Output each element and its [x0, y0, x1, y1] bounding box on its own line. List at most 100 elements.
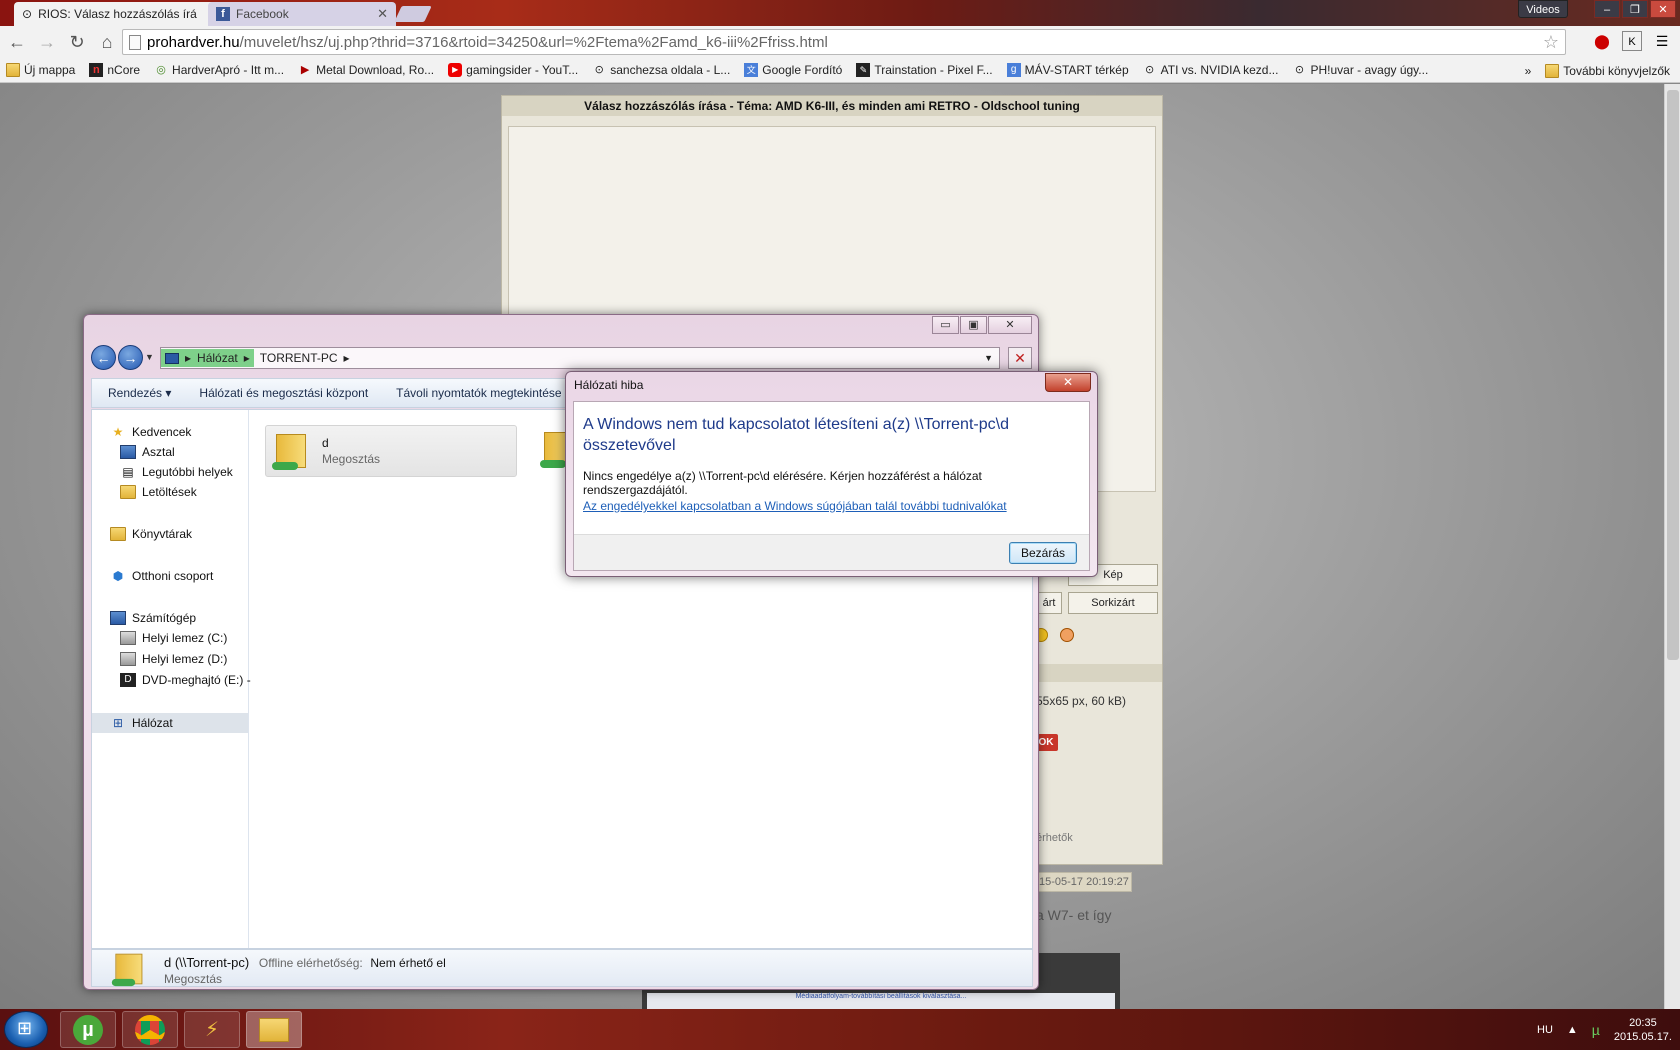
home-icon[interactable]: ⌂: [94, 29, 120, 55]
minimize-button[interactable]: ▭: [932, 316, 959, 334]
tab-prohardver[interactable]: ⊙ RIOS: Válasz hozzászólás írá ✕: [14, 2, 232, 26]
offline-label: Offline elérhetőség:: [258, 956, 363, 970]
hardverapro-icon: ◎: [156, 64, 166, 76]
bookmark-item[interactable]: ⊙ PH!uvar - avagy úgy...: [1292, 63, 1428, 77]
extension-k-icon[interactable]: K: [1622, 31, 1642, 51]
maximize-button[interactable]: ❐: [1622, 0, 1648, 18]
help-link[interactable]: Az engedélyekkel kapcsolatban a Windows …: [583, 499, 1007, 513]
new-tab-button[interactable]: [394, 6, 432, 22]
network-icon: [165, 352, 179, 364]
network-icon: ⊞: [112, 716, 124, 730]
close-icon[interactable]: ✕: [1045, 373, 1091, 392]
taskbar: µ ⚡ HU ▲ µ 20:35 2015.05.17.: [0, 1009, 1680, 1050]
justify-button[interactable]: Sorkizárt: [1068, 592, 1158, 614]
bookmark-item[interactable]: n nCore: [89, 63, 140, 77]
forward-icon[interactable]: →: [118, 345, 143, 370]
prohardver-tab-icon: ⊙: [22, 7, 33, 21]
clock[interactable]: 20:35 2015.05.17.: [1614, 1016, 1672, 1044]
nav-desktop[interactable]: Asztal: [120, 442, 175, 462]
url-path: /muvelet/hsz/uj.php?thrid=3716&rtoid=342…: [239, 33, 828, 51]
bookmark-item[interactable]: ◎ HardverApró - Itt m...: [154, 63, 284, 77]
nav-computer[interactable]: Számítógép: [110, 608, 196, 628]
nav-recent-places[interactable]: ▤ Legutóbbi helyek: [120, 462, 232, 482]
bookmarks-overflow-button[interactable]: »: [1525, 64, 1532, 78]
metal-icon: ▶: [300, 64, 310, 76]
prohardver-icon: ⊙: [1145, 64, 1155, 76]
bookmark-item[interactable]: ⊙ sanchezsa oldala - L...: [592, 63, 731, 77]
address-bar[interactable]: prohardver.hu/muvelet/hsz/uj.php?thrid=3…: [122, 29, 1566, 55]
upload-size-text: 55x65 px, 60 kB): [1036, 694, 1127, 708]
bookmark-item[interactable]: ▶ gamingsider - YouT...: [448, 63, 578, 77]
page-icon: [129, 35, 141, 50]
nav-dvd-drive[interactable]: D DVD-meghajtó (E:) -: [120, 670, 251, 690]
breadcrumb-network[interactable]: ▸ Hálózat ▸: [161, 349, 254, 367]
browser-toolbar: ← → ↻ ⌂ prohardver.hu/muvelet/hsz/uj.php…: [0, 26, 1680, 58]
details-type: Megosztás: [164, 972, 223, 986]
forward-icon[interactable]: →: [34, 29, 60, 55]
nav-drive-d[interactable]: Helyi lemez (D:): [120, 649, 227, 669]
bookmark-item[interactable]: ▶ Metal Download, Ro...: [298, 63, 434, 77]
folder-icon: [1545, 63, 1560, 78]
nav-homegroup[interactable]: ⬢ Otthoni csoport: [110, 566, 214, 586]
bookmark-item[interactable]: ✎ Trainstation - Pixel F...: [856, 63, 993, 77]
section-divider: [1036, 664, 1162, 682]
homegroup-icon: ⬢: [112, 569, 124, 583]
dialog-body: A Windows nem tud kapcsolatot létesíteni…: [573, 401, 1090, 571]
close-window-button[interactable]: ✕: [1650, 0, 1676, 18]
chrome-taskbar-button[interactable]: [122, 1011, 178, 1048]
bookmark-item[interactable]: g MÁV-START térkép: [1006, 63, 1129, 77]
utorrent-tray-icon[interactable]: µ: [1592, 1022, 1600, 1038]
chevron-down-icon[interactable]: ▼: [978, 353, 999, 363]
menu-icon[interactable]: ☰: [1652, 31, 1672, 51]
tab-facebook[interactable]: f Facebook ✕: [208, 2, 396, 26]
cancel-navigation-icon[interactable]: ✕: [1008, 347, 1032, 369]
nav-downloads[interactable]: Letöltések: [120, 482, 197, 502]
network-sharing-center-button[interactable]: Hálózati és megosztási központ: [199, 386, 368, 400]
reload-icon[interactable]: ↻: [64, 29, 90, 55]
downloads-folder-icon: [120, 485, 136, 499]
minimize-button[interactable]: –: [1594, 0, 1620, 18]
organize-menu[interactable]: Rendezés ▾: [108, 386, 171, 400]
star-icon: ★: [112, 425, 124, 439]
start-button[interactable]: [4, 1011, 48, 1048]
page-scrollbar[interactable]: [1664, 84, 1680, 1009]
remote-printers-button[interactable]: Távoli nyomtatók megtekintése: [396, 386, 561, 400]
utorrent-taskbar-button[interactable]: µ: [60, 1011, 116, 1048]
bookmark-folder[interactable]: Új mappa: [6, 63, 75, 77]
nav-network[interactable]: ⊞ Hálózat: [92, 713, 248, 733]
bookmarks-bar: Új mappa n nCore ◎ HardverApró - Itt m... …: [0, 58, 1680, 83]
adblock-icon[interactable]: ⬤: [1592, 31, 1612, 51]
tab-title: RIOS: Válasz hozzászólás írá: [38, 7, 197, 21]
history-dropdown-icon[interactable]: ▼: [145, 345, 154, 370]
show-hidden-icons[interactable]: ▲: [1567, 1024, 1578, 1036]
winamp-taskbar-button[interactable]: ⚡: [184, 1011, 240, 1048]
smiley-icon[interactable]: [1060, 628, 1074, 642]
breadcrumb-torrent-pc[interactable]: TORRENT-PC: [254, 351, 344, 365]
close-icon[interactable]: ✕: [377, 6, 388, 22]
translate-icon: 文: [744, 63, 759, 77]
breadcrumb-arrow-icon[interactable]: ▸: [344, 351, 350, 365]
dialog-title: Hálózati hiba: [574, 378, 644, 392]
dialog-main-instruction: A Windows nem tud kapcsolatot létesíteni…: [583, 416, 1009, 454]
nav-libraries[interactable]: Könyvtárak: [110, 524, 192, 544]
share-item[interactable]: d Megosztás: [265, 425, 517, 477]
browser-titlebar: ⊙ RIOS: Válasz hozzászólás írá ✕ f Faceb…: [0, 0, 1680, 26]
star-icon[interactable]: ☆: [1543, 32, 1559, 53]
explorer-taskbar-button[interactable]: [246, 1011, 302, 1048]
nav-drive-c[interactable]: Helyi lemez (C:): [120, 628, 227, 648]
nav-favorites[interactable]: ★ Kedvencek: [110, 422, 192, 442]
winamp-icon: ⚡: [204, 1019, 220, 1041]
explorer-address-bar[interactable]: ▸ Hálózat ▸ TORRENT-PC ▸ ▼: [160, 347, 1000, 369]
close-window-button[interactable]: ✕: [988, 316, 1032, 334]
back-icon[interactable]: ←: [91, 345, 116, 370]
scrollbar-thumb[interactable]: [1667, 90, 1679, 660]
videos-button[interactable]: Videos: [1518, 0, 1568, 18]
back-icon[interactable]: ←: [4, 29, 30, 55]
maximize-button[interactable]: ▣: [960, 316, 987, 334]
align-button[interactable]: árt: [1036, 592, 1062, 614]
language-indicator[interactable]: HU: [1537, 1024, 1553, 1036]
close-button[interactable]: Bezárás: [1009, 542, 1077, 564]
other-bookmarks-folder[interactable]: További könyvjelzők: [1545, 63, 1670, 78]
bookmark-item[interactable]: 文 Google Fordító: [744, 63, 842, 77]
bookmark-item[interactable]: ⊙ ATI vs. NVIDIA kezd...: [1143, 63, 1278, 77]
